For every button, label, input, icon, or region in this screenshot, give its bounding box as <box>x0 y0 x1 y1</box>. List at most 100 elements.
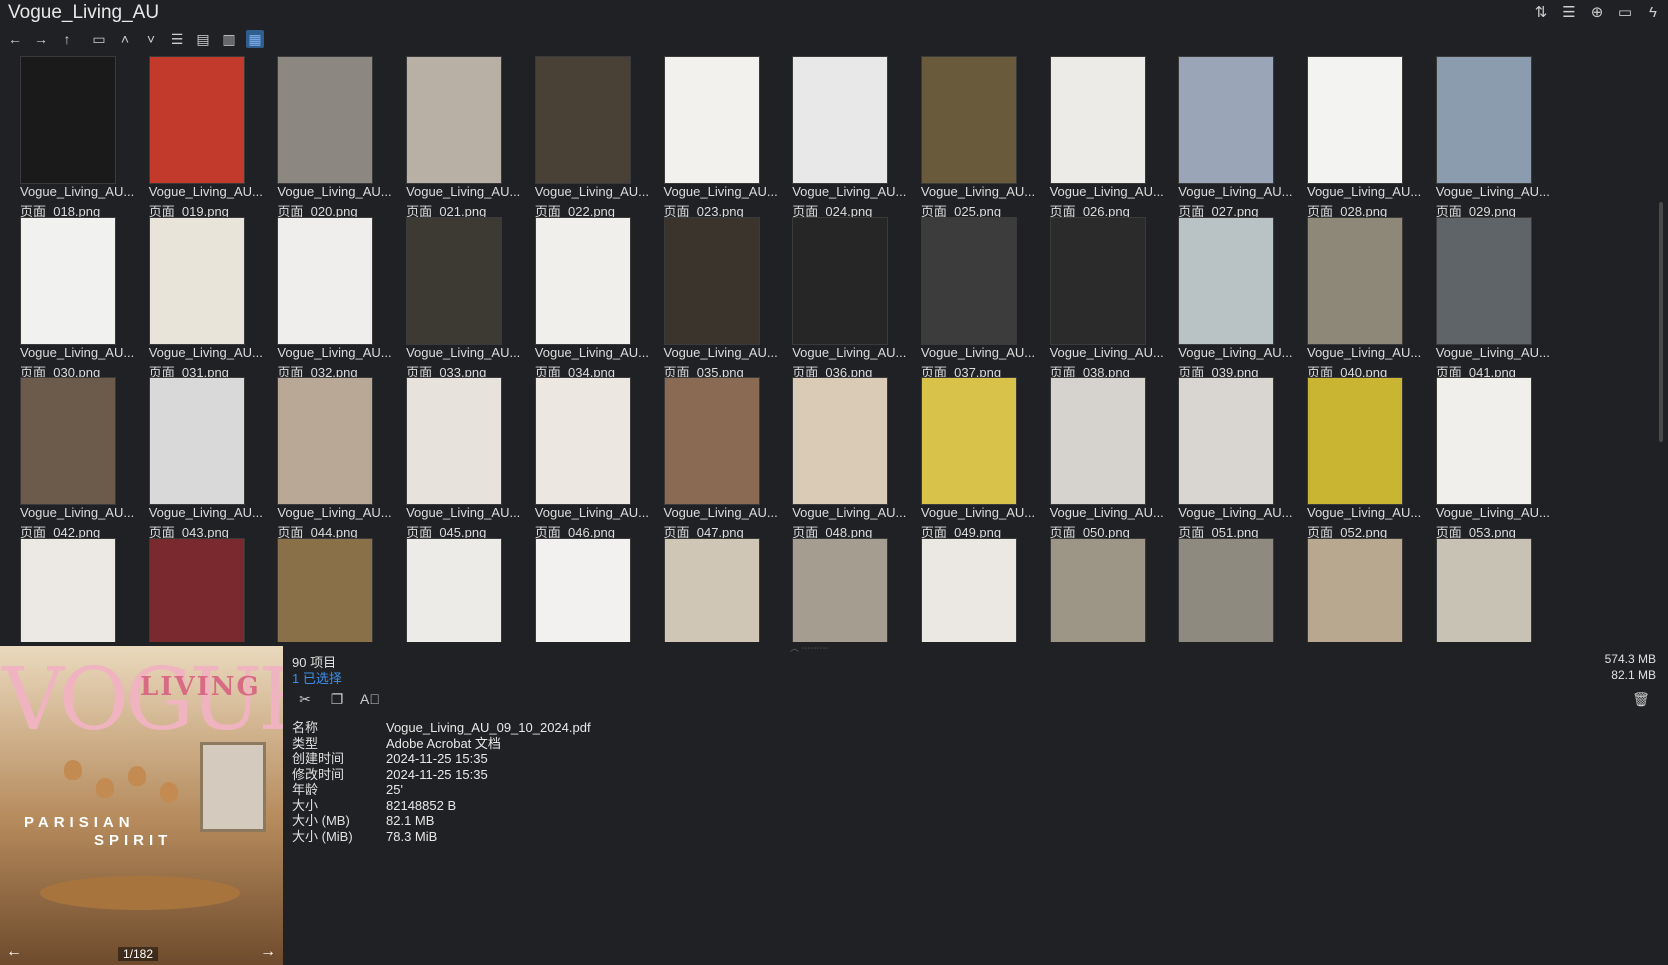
file-item[interactable]: Vogue_Living_AU... 页面_021.png <box>386 52 520 222</box>
file-item[interactable]: Vogue_Living_AU... 页面_022.png <box>515 52 649 222</box>
file-item[interactable] <box>1416 534 1540 642</box>
file-item[interactable]: Vogue_Living_AU... 页面_049.png <box>901 373 1035 543</box>
file-thumbnail[interactable] <box>534 56 631 184</box>
file-item[interactable]: Vogue_Living_AU... 页面_026.png <box>1030 52 1164 222</box>
file-thumbnail[interactable] <box>1049 537 1146 642</box>
list-view-icon[interactable]: ☰ <box>168 30 186 48</box>
file-item[interactable]: Vogue_Living_AU... 页面_024.png <box>772 52 906 222</box>
file-item[interactable]: Vogue_Living_AU... 页面_041.png <box>1416 213 1550 383</box>
clipboard-icon[interactable]: ▭ <box>1616 4 1634 22</box>
file-item[interactable]: Vogue_Living_AU... 页面_028.png <box>1287 52 1421 222</box>
file-thumbnail[interactable] <box>406 56 503 184</box>
file-thumbnail[interactable] <box>1435 216 1532 345</box>
file-thumbnail[interactable] <box>534 537 631 642</box>
grid-view-icon[interactable]: ▦ <box>246 30 264 48</box>
scrollbar-thumb[interactable] <box>1659 202 1663 442</box>
file-item[interactable]: Vogue_Living_AU... 页面_027.png <box>1158 52 1293 222</box>
file-thumbnail[interactable] <box>1435 377 1532 505</box>
file-thumbnail[interactable] <box>1049 377 1146 505</box>
previous-page-icon[interactable]: ← <box>6 943 22 961</box>
file-item[interactable] <box>901 534 1025 642</box>
file-thumbnail[interactable] <box>277 537 374 642</box>
file-thumbnail[interactable] <box>1178 377 1275 505</box>
file-item[interactable]: Vogue_Living_AU... 页面_048.png <box>772 373 906 543</box>
file-thumbnail[interactable] <box>406 377 503 505</box>
file-item[interactable]: Vogue_Living_AU... 页面_038.png <box>1030 213 1164 383</box>
file-thumbnail[interactable] <box>663 537 760 642</box>
back-icon[interactable]: ← <box>6 30 24 48</box>
file-thumbnail[interactable] <box>1178 537 1275 642</box>
file-thumbnail[interactable] <box>406 216 503 345</box>
file-thumbnail[interactable] <box>1307 537 1403 642</box>
file-item[interactable]: Vogue_Living_AU... 页面_036.png <box>772 213 906 383</box>
copy-icon[interactable]: ❐ <box>328 690 346 708</box>
file-item[interactable]: Vogue_Living_AU... 页面_042.png <box>0 373 134 543</box>
file-item[interactable] <box>1287 534 1411 642</box>
details-view-icon[interactable]: ▤ <box>194 30 212 48</box>
trash-icon[interactable]: 🗑 <box>1632 690 1650 708</box>
file-thumbnail[interactable] <box>663 56 760 184</box>
file-item[interactable]: Vogue_Living_AU... 页面_050.png <box>1030 373 1164 543</box>
file-item[interactable]: Vogue_Living_AU... 页面_053.png <box>1416 373 1550 543</box>
tree-view-icon[interactable]: ▥ <box>220 30 238 48</box>
selected-count[interactable]: 1 已选择 <box>292 668 342 687</box>
file-item[interactable]: Vogue_Living_AU... 页面_046.png <box>515 373 649 543</box>
file-item[interactable]: Vogue_Living_AU... 页面_043.png <box>129 373 263 543</box>
file-item[interactable]: Vogue_Living_AU... 页面_030.png <box>0 213 134 383</box>
file-item[interactable] <box>257 534 381 642</box>
file-item[interactable]: Vogue_Living_AU... 页面_018.png <box>0 52 134 222</box>
file-thumbnail[interactable] <box>1049 216 1146 345</box>
file-item[interactable] <box>515 534 639 642</box>
chevron-down-icon[interactable]: ˅ <box>142 30 160 48</box>
window-icon[interactable]: ▭ <box>90 30 108 48</box>
file-thumbnail[interactable] <box>148 377 245 505</box>
file-thumbnail[interactable] <box>920 537 1017 642</box>
file-thumbnail[interactable] <box>1178 56 1275 184</box>
file-thumbnail[interactable] <box>792 377 889 505</box>
file-item[interactable]: Vogue_Living_AU... 页面_051.png <box>1158 373 1293 543</box>
file-item[interactable] <box>0 534 124 642</box>
rename-icon[interactable]: A⃞ <box>360 690 380 708</box>
file-thumbnail[interactable] <box>148 216 245 345</box>
file-item[interactable]: Vogue_Living_AU... 页面_031.png <box>129 213 263 383</box>
file-thumbnail[interactable] <box>534 216 631 345</box>
file-item[interactable] <box>1158 534 1282 642</box>
file-thumbnail[interactable] <box>920 56 1017 184</box>
file-thumbnail[interactable] <box>1307 377 1403 505</box>
file-item[interactable] <box>386 534 510 642</box>
file-item[interactable]: Vogue_Living_AU... 页面_025.png <box>901 52 1035 222</box>
file-thumbnail[interactable] <box>663 216 760 345</box>
file-thumbnail[interactable] <box>534 377 631 505</box>
file-thumbnail[interactable] <box>20 377 116 505</box>
file-thumbnail[interactable] <box>1307 56 1403 184</box>
file-item[interactable]: Vogue_Living_AU... 页面_029.png <box>1416 52 1550 222</box>
file-item[interactable]: Vogue_Living_AU... 页面_039.png <box>1158 213 1293 383</box>
file-thumbnail[interactable] <box>277 377 374 505</box>
chevron-up-icon[interactable]: ˄ <box>116 30 134 48</box>
file-item[interactable] <box>129 534 253 642</box>
file-thumbnail[interactable] <box>148 537 245 642</box>
file-thumbnail[interactable] <box>277 56 374 184</box>
file-thumbnail[interactable] <box>20 56 116 184</box>
file-thumbnail[interactable] <box>792 56 889 184</box>
file-thumbnail[interactable] <box>1049 56 1146 184</box>
file-item[interactable]: Vogue_Living_AU... 页面_052.png <box>1287 373 1421 543</box>
up-icon[interactable]: ↑ <box>58 30 76 48</box>
next-page-icon[interactable]: → <box>260 943 276 961</box>
file-item[interactable]: Vogue_Living_AU... 页面_045.png <box>386 373 520 543</box>
file-item[interactable]: Vogue_Living_AU... 页面_035.png <box>644 213 778 383</box>
sort-icon[interactable]: ⇅ <box>1532 4 1550 22</box>
file-item[interactable]: Vogue_Living_AU... 页面_032.png <box>257 213 392 383</box>
lightning-icon[interactable]: ϟ <box>1644 4 1662 22</box>
file-thumbnail[interactable] <box>1307 216 1403 345</box>
file-item[interactable] <box>1030 534 1154 642</box>
vertical-scrollbar[interactable] <box>1656 52 1666 642</box>
panel-splitter[interactable]: ︿ ⋯⋯⋯ <box>790 641 830 653</box>
file-thumbnail[interactable] <box>148 56 245 184</box>
forward-icon[interactable]: → <box>32 30 50 48</box>
add-icon[interactable]: ⊕ <box>1588 4 1606 22</box>
file-thumbnail[interactable] <box>920 377 1017 505</box>
file-item[interactable]: Vogue_Living_AU... 页面_047.png <box>644 373 778 543</box>
file-thumbnail[interactable] <box>920 216 1017 345</box>
file-item[interactable]: Vogue_Living_AU... 页面_033.png <box>386 213 520 383</box>
